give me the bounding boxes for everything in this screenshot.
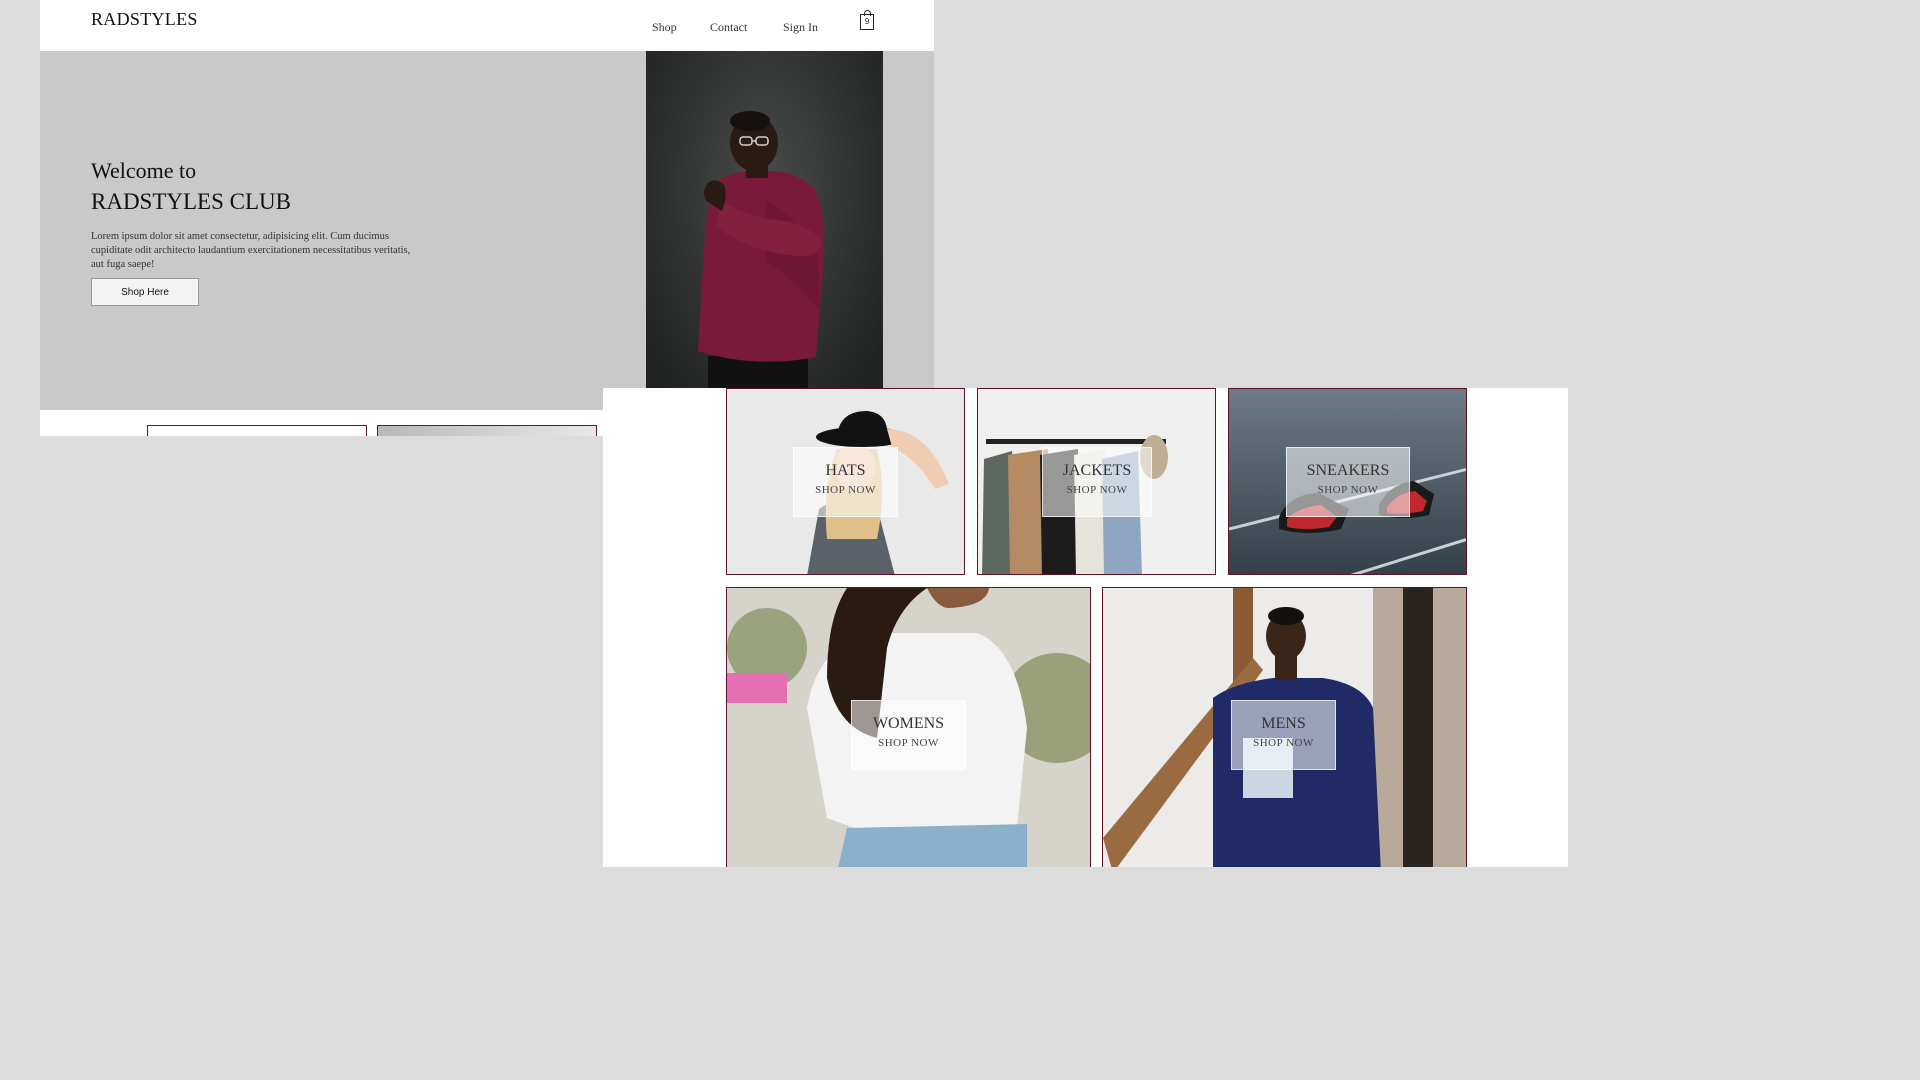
- sneakers-label: SNEAKERS SHOP NOW: [1286, 447, 1410, 517]
- categories-window: HATS SHOP NOW JACKETS SHOP NOW SNEAKERS …: [603, 388, 1568, 867]
- model-illustration: [698, 111, 824, 388]
- category-card-preview: [147, 425, 367, 436]
- nav-sign-in-link[interactable]: Sign In: [783, 20, 818, 35]
- mens-label: MENS SHOP NOW: [1231, 700, 1336, 770]
- navbar: RADSTYLES Shop Contact Sign In 9: [40, 0, 934, 51]
- shop-now-link[interactable]: SHOP NOW: [1043, 484, 1151, 496]
- shop-now-link[interactable]: SHOP NOW: [794, 484, 897, 496]
- nav-contact-link[interactable]: Contact: [710, 20, 747, 35]
- shop-now-link[interactable]: SHOP NOW: [852, 737, 965, 749]
- jackets-label: JACKETS SHOP NOW: [1042, 447, 1152, 517]
- category-name: WOMENS: [872, 715, 945, 732]
- hero-title: RADSTYLES CLUB: [91, 189, 291, 214]
- category-name: MENS: [1261, 715, 1306, 732]
- hats-label: HATS SHOP NOW: [793, 447, 898, 517]
- shopping-bag-icon[interactable]: 9: [860, 10, 874, 30]
- homepage-window: RADSTYLES Shop Contact Sign In 9 Welcome…: [40, 0, 934, 436]
- nav-shop-link[interactable]: Shop: [652, 20, 677, 35]
- hero-model-photo: [646, 51, 883, 388]
- category-card-womens[interactable]: WOMENS SHOP NOW: [726, 587, 1091, 867]
- category-card-mens[interactable]: MENS SHOP NOW: [1102, 587, 1467, 867]
- brand-logo[interactable]: RADSTYLES: [91, 9, 198, 30]
- hero-section: Welcome to RADSTYLES CLUB Lorem ipsum do…: [40, 51, 934, 410]
- shop-now-link[interactable]: SHOP NOW: [1232, 737, 1335, 749]
- category-name: JACKETS: [1062, 462, 1132, 479]
- category-card-jackets[interactable]: JACKETS SHOP NOW: [977, 388, 1216, 575]
- category-card-sneakers[interactable]: SNEAKERS SHOP NOW: [1228, 388, 1467, 575]
- hero-description: Lorem ipsum dolor sit amet consectetur, …: [91, 231, 411, 270]
- category-name: SNEAKERS: [1306, 462, 1390, 479]
- hero-welcome-text: Welcome to: [91, 158, 197, 183]
- shop-now-link[interactable]: SHOP NOW: [1287, 484, 1409, 496]
- cart-count: 9: [864, 17, 870, 26]
- shop-here-button[interactable]: Shop Here: [91, 278, 199, 306]
- womens-label: WOMENS SHOP NOW: [851, 700, 966, 770]
- category-card-hats[interactable]: HATS SHOP NOW: [726, 388, 965, 575]
- category-card-preview: [377, 425, 597, 436]
- category-name: HATS: [825, 462, 866, 479]
